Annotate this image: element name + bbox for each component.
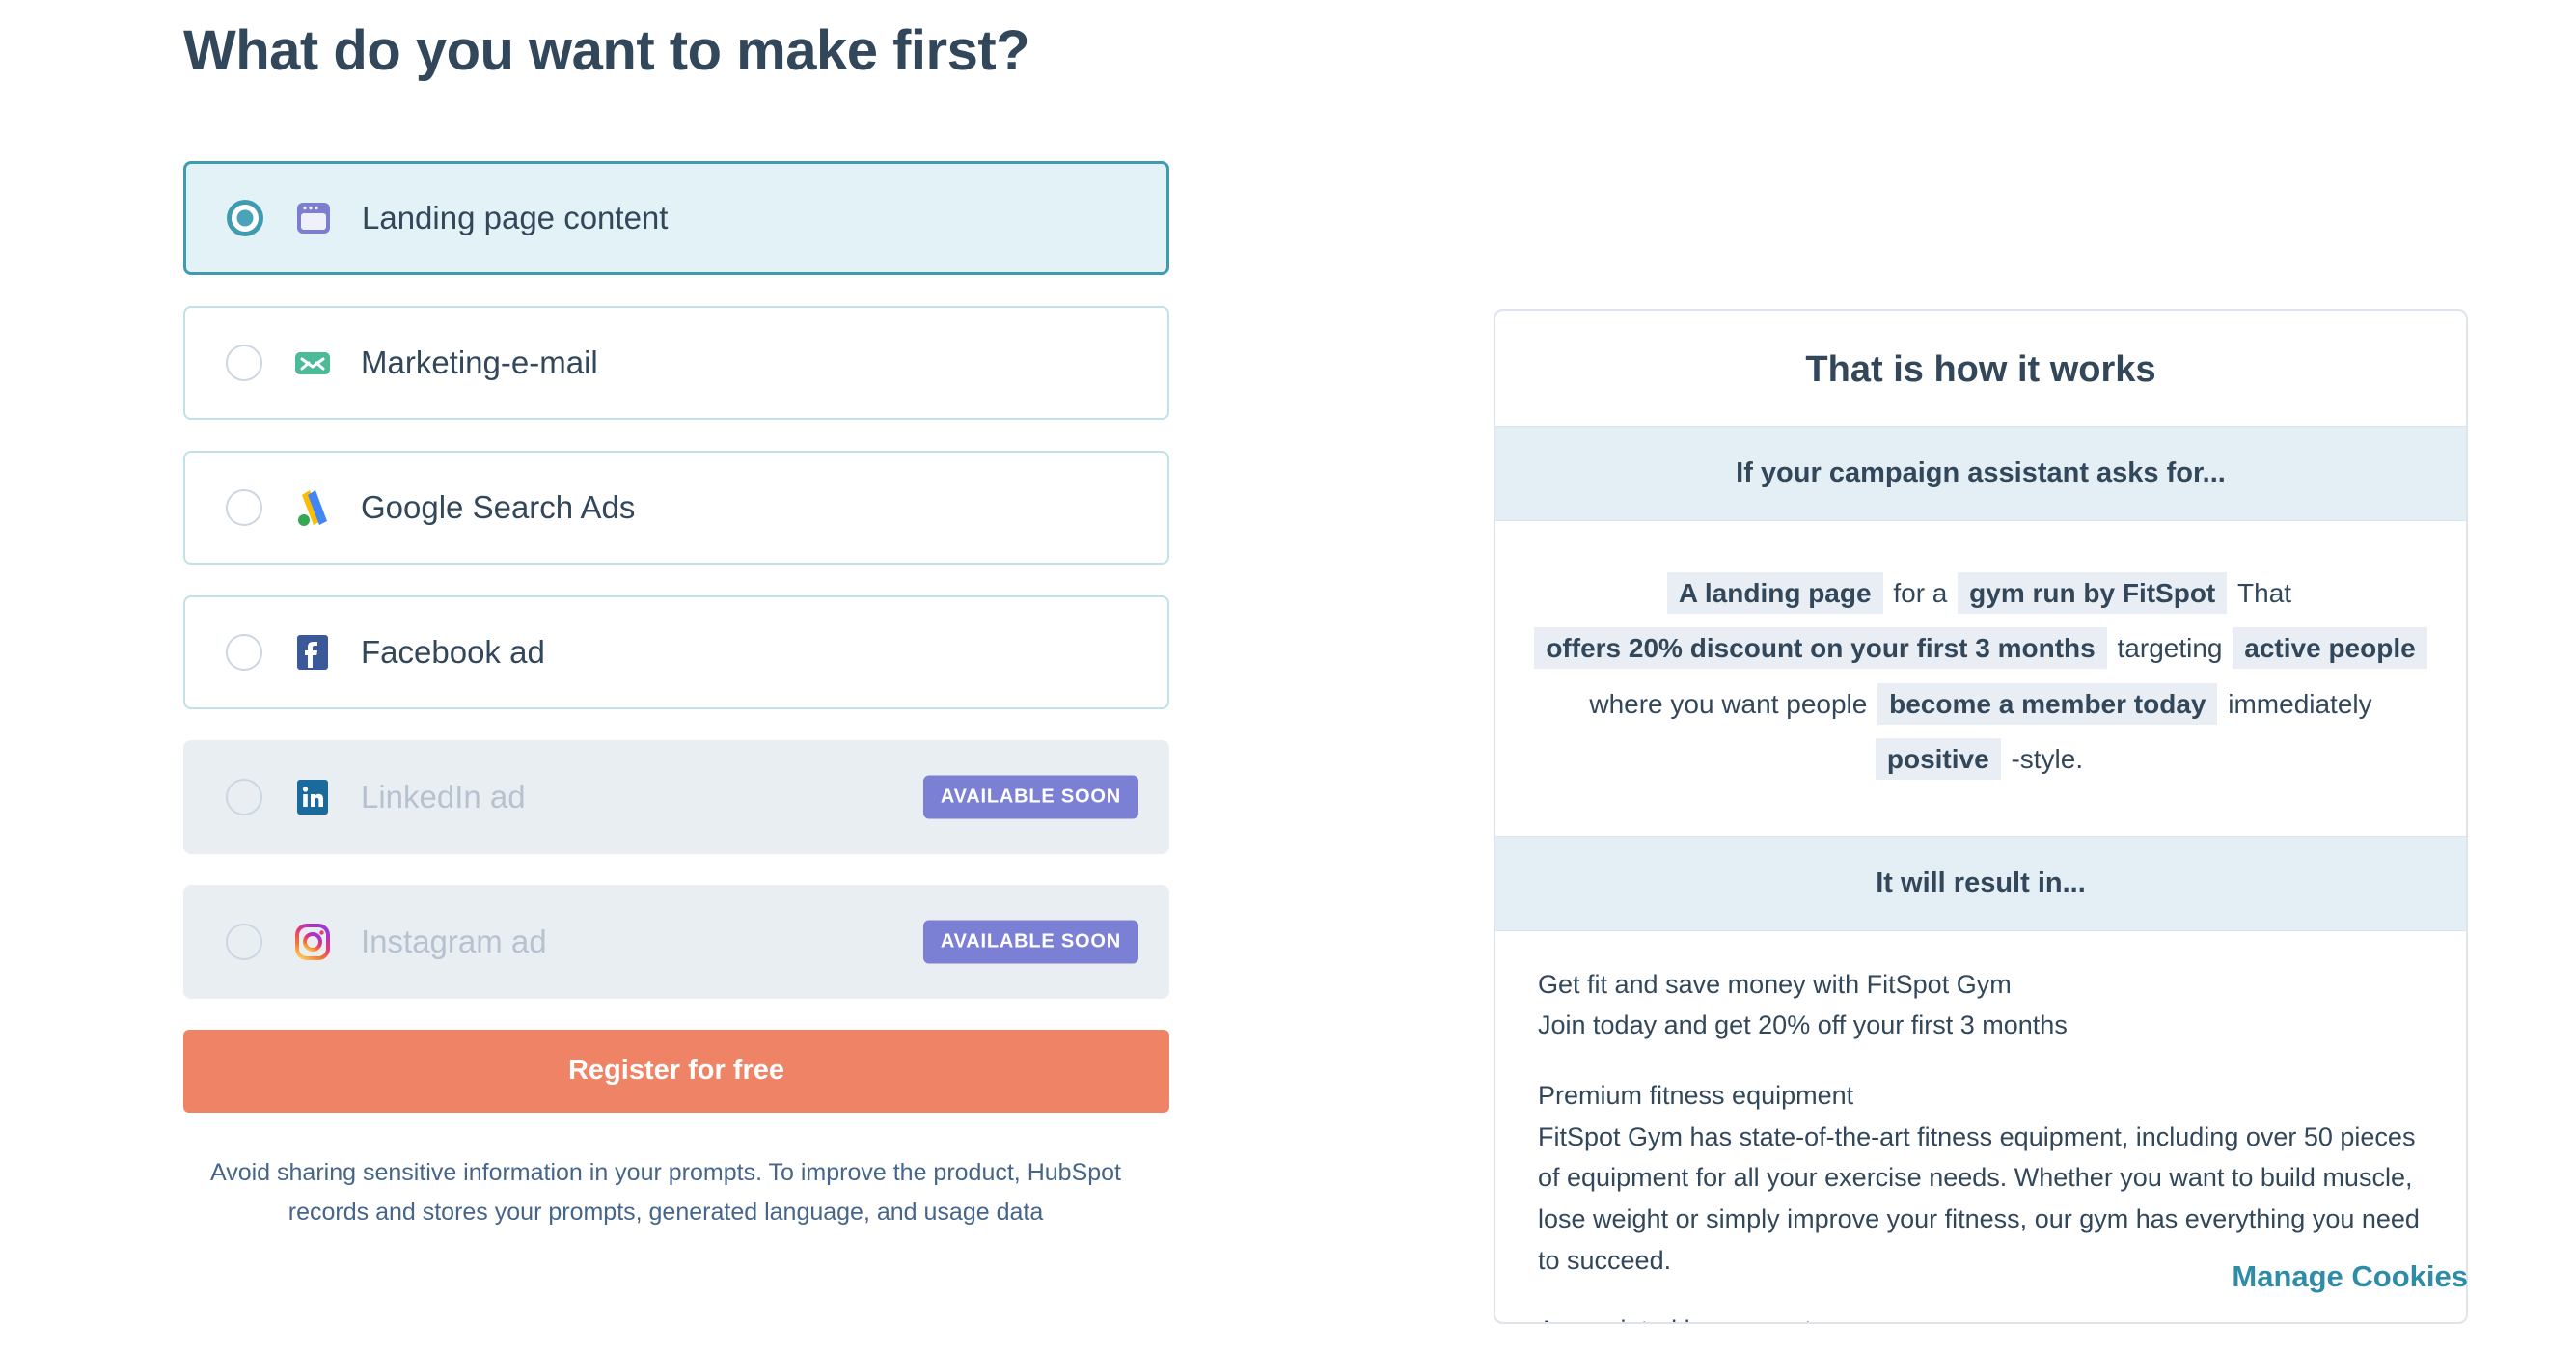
option-label: Facebook ad	[361, 633, 545, 670]
panel-title: That is how it works	[1805, 349, 2156, 390]
option-label: Instagram ad	[361, 923, 547, 959]
result-paragraph: Premium fitness equipment FitSpot Gym ha…	[1538, 1080, 2420, 1275]
prompt-preview: A landing page for a gym run by FitSpot …	[1495, 521, 2466, 836]
manage-cookies-link[interactable]: Manage Cookies	[2232, 1259, 2468, 1294]
option-facebook-ad[interactable]: Facebook ad	[183, 594, 1169, 709]
option-instagram-ad: Instagram ad AVAILABLE SOON	[183, 884, 1169, 999]
radio-instagram-ad	[226, 923, 262, 960]
how-it-works-panel: That is how it works If your campaign as…	[1494, 309, 2468, 1324]
prompt-connector: where you want people	[1589, 688, 1868, 719]
result-paragraph: Get fit and save money with FitSpot Gym …	[1538, 969, 2068, 1040]
option-google-search-ads[interactable]: Google Search Ads	[183, 450, 1169, 565]
option-linkedin-ad: LinkedIn ad AVAILABLE SOON	[183, 739, 1169, 854]
prompt-chip: A landing page	[1666, 572, 1883, 614]
option-label: Landing page content	[362, 199, 669, 235]
status-badge: AVAILABLE SOON	[922, 920, 1138, 964]
radio-landing-page-content[interactable]	[227, 199, 263, 236]
register-for-free-button[interactable]: Register for free	[183, 1029, 1169, 1113]
radio-google-search-ads[interactable]	[226, 488, 262, 526]
option-marketing-email[interactable]: Marketing-e-mail	[183, 305, 1169, 420]
option-label: Google Search Ads	[361, 488, 636, 525]
envelope-icon	[289, 340, 336, 386]
content-type-options: Landing page content Marketing-e-mail Go…	[183, 160, 1169, 999]
signup-content-picker-page: What do you want to make first? Landing …	[0, 0, 2576, 1353]
prompt-chip: become a member today	[1877, 682, 2218, 725]
prompt-connector: immediately	[2228, 688, 2372, 719]
prompt-connector: for a	[1893, 578, 1948, 608]
option-landing-page-content[interactable]: Landing page content	[183, 160, 1169, 275]
radio-marketing-email[interactable]	[226, 344, 262, 381]
browser-window-icon	[290, 195, 337, 241]
prompt-chip: active people	[2233, 627, 2427, 670]
prompt-chip: gym run by FitSpot	[1958, 572, 2228, 614]
left-column: What do you want to make first? Landing …	[183, 0, 1177, 1232]
page-title: What do you want to make first?	[183, 19, 1030, 82]
linkedin-icon	[289, 774, 336, 820]
radio-linkedin-ad	[226, 778, 262, 815]
google-ads-icon	[289, 484, 336, 531]
result-paragraph: Appreciated by our customers	[1538, 1310, 2424, 1322]
prompt-connector: That	[2237, 578, 2292, 608]
prompt-chip: positive	[1875, 738, 2001, 781]
result-band-label: It will result in...	[1495, 835, 2466, 931]
instagram-icon	[289, 919, 336, 965]
option-label: LinkedIn ad	[361, 778, 526, 815]
ask-band-label: If your campaign assistant asks for...	[1495, 426, 2466, 521]
status-badge: AVAILABLE SOON	[922, 775, 1138, 819]
prompt-connector: -style.	[2011, 744, 2084, 775]
option-label: Marketing-e-mail	[361, 344, 598, 380]
disclaimer-text: Avoid sharing sensitive information in y…	[209, 1158, 1121, 1226]
prompt-connector: targeting	[2117, 633, 2223, 664]
prompt-chip: offers 20% discount on your first 3 mont…	[1534, 627, 2107, 670]
facebook-icon	[289, 629, 336, 676]
radio-facebook-ad[interactable]	[226, 633, 262, 671]
